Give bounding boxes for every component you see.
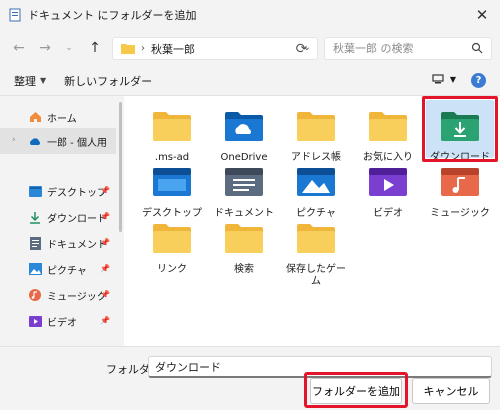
folder-item[interactable]: OneDrive xyxy=(210,106,278,164)
music-icon xyxy=(28,288,42,302)
folder-icon xyxy=(368,106,408,146)
sidebar-item-label: ミュージック xyxy=(47,291,107,303)
expand-icon[interactable]: › xyxy=(12,135,16,145)
sidebar-item-label: ピクチャ xyxy=(47,265,87,277)
download-icon xyxy=(28,210,42,224)
folder-item[interactable]: リンク xyxy=(138,218,206,276)
navigation-pane: ホーム › 一郎 - 個人用 デスクトップ 📌 ダウンロード 📌 ドキュメント … xyxy=(0,96,122,346)
video-icon xyxy=(28,314,42,328)
folder-item[interactable]: .ms-ad xyxy=(138,106,206,164)
sidebar-item-onedrive[interactable]: › 一郎 - 個人用 xyxy=(0,128,116,154)
organize-label: 整理 xyxy=(14,74,36,88)
navigation-bar: ← → ⌄ ↑ › 秋葉一郎 ⌄ ⟳ xyxy=(0,30,500,66)
sidebar-item-documents[interactable]: ドキュメント 📌 xyxy=(0,230,116,256)
dropdown-icon: ▼ xyxy=(40,76,47,85)
cancel-button[interactable]: キャンセル xyxy=(412,378,490,404)
desktop-icon xyxy=(28,184,42,198)
folder-item[interactable]: 保存したゲーム xyxy=(282,218,350,288)
back-icon[interactable]: ← xyxy=(8,37,30,59)
folder-item[interactable]: ミュージック xyxy=(426,162,494,220)
pictures-folder-icon xyxy=(296,162,336,202)
folder-item[interactable]: ドキュメント xyxy=(210,162,278,220)
folder-view: .ms-ad OneDrive アドレス帳 お気に入り ダウンロード デスクトッ… xyxy=(124,96,500,346)
folder-icon xyxy=(224,218,264,258)
sidebar-item-label: ドキュメント xyxy=(47,239,107,251)
highlight-box xyxy=(422,96,498,162)
sidebar-item-videos[interactable]: ビデオ 📌 xyxy=(0,308,116,334)
sidebar-item-pictures[interactable]: ピクチャ 📌 xyxy=(0,256,116,282)
app-icon xyxy=(9,8,21,22)
folder-icon xyxy=(152,218,192,258)
folder-icon xyxy=(152,106,192,146)
sidebar-item-downloads[interactable]: ダウンロード 📌 xyxy=(0,204,116,230)
folder-label: 保存したゲーム xyxy=(286,264,346,287)
search-input[interactable] xyxy=(333,42,463,55)
pin-icon[interactable]: 📌 xyxy=(100,264,110,273)
folder-item[interactable]: ピクチャ xyxy=(282,162,350,220)
sidebar-item-desktop[interactable]: デスクトップ 📌 xyxy=(0,178,116,204)
help-icon[interactable]: ? xyxy=(471,73,486,88)
folder-icon xyxy=(296,218,336,258)
video-folder-icon xyxy=(368,162,408,202)
up-icon[interactable]: ↑ xyxy=(84,37,106,59)
sidebar-item-label: ダウンロード xyxy=(47,213,107,225)
view-button[interactable]: ▼ xyxy=(432,74,456,85)
folder-label: ミュージック xyxy=(430,208,490,219)
sidebar-scrollbar[interactable] xyxy=(119,102,122,232)
folder-item[interactable]: 検索 xyxy=(210,218,278,276)
folder-icon xyxy=(121,44,135,54)
folder-item[interactable]: ビデオ xyxy=(354,162,422,220)
new-folder-button[interactable]: 新しいフォルダー xyxy=(64,73,152,89)
add-folder-button[interactable]: フォルダーを追加 xyxy=(310,378,402,404)
organize-button[interactable]: 整理 ▼ xyxy=(14,73,46,89)
window-title: ドキュメント にフォルダーを追加 xyxy=(28,9,197,22)
sidebar-item-music[interactable]: ミュージック 📌 xyxy=(0,282,116,308)
folder-label: リンク xyxy=(157,264,187,275)
address-segment[interactable]: 秋葉一郎 xyxy=(151,41,195,57)
recent-dropdown-icon[interactable]: ⌄ xyxy=(58,37,80,59)
folder-item[interactable]: デスクトップ xyxy=(138,162,206,220)
sidebar-item-home[interactable]: ホーム xyxy=(0,104,116,130)
sidebar-item-label: ビデオ xyxy=(47,317,77,329)
folder-item[interactable]: お気に入り xyxy=(354,106,422,164)
folder-label: 検索 xyxy=(234,264,254,275)
pin-icon[interactable]: 📌 xyxy=(100,238,110,247)
folder-icon xyxy=(296,106,336,146)
music-folder-icon xyxy=(440,162,480,202)
new-folder-label: 新しいフォルダー xyxy=(64,74,153,88)
onedrive-icon xyxy=(28,134,42,148)
sidebar-item-label: ホーム xyxy=(47,113,77,125)
document-folder-icon xyxy=(224,162,264,202)
pin-icon[interactable]: 📌 xyxy=(100,316,110,325)
sidebar-item-label: 一郎 - 個人用 xyxy=(47,137,107,149)
address-bar[interactable]: › 秋葉一郎 ⌄ xyxy=(112,37,318,60)
onedrive-folder-icon xyxy=(224,106,264,146)
view-icon xyxy=(432,74,444,84)
forward-icon[interactable]: → xyxy=(34,37,56,59)
command-bar: 整理 ▼ 新しいフォルダー ▼ ? xyxy=(0,66,500,96)
pin-icon[interactable]: 📌 xyxy=(100,290,110,299)
title-bar: ドキュメント にフォルダーを追加 ✕ xyxy=(0,0,500,30)
dropdown-icon: ▼ xyxy=(449,75,456,84)
pin-icon[interactable]: 📌 xyxy=(100,186,110,195)
search-icon xyxy=(471,42,483,54)
chevron-right-icon: › xyxy=(141,43,145,54)
pictures-icon xyxy=(28,262,42,276)
search-box[interactable] xyxy=(324,37,492,60)
home-icon xyxy=(28,110,42,124)
folder-label: ビデオ xyxy=(373,208,403,219)
refresh-icon[interactable]: ⟳ xyxy=(290,37,313,60)
pin-icon[interactable]: 📌 xyxy=(100,212,110,221)
folder-item[interactable]: アドレス帳 xyxy=(282,106,350,164)
document-icon xyxy=(28,236,42,250)
desktop-folder-icon xyxy=(152,162,192,202)
sidebar-item-label: デスクトップ xyxy=(47,187,107,199)
close-icon[interactable]: ✕ xyxy=(472,5,492,25)
